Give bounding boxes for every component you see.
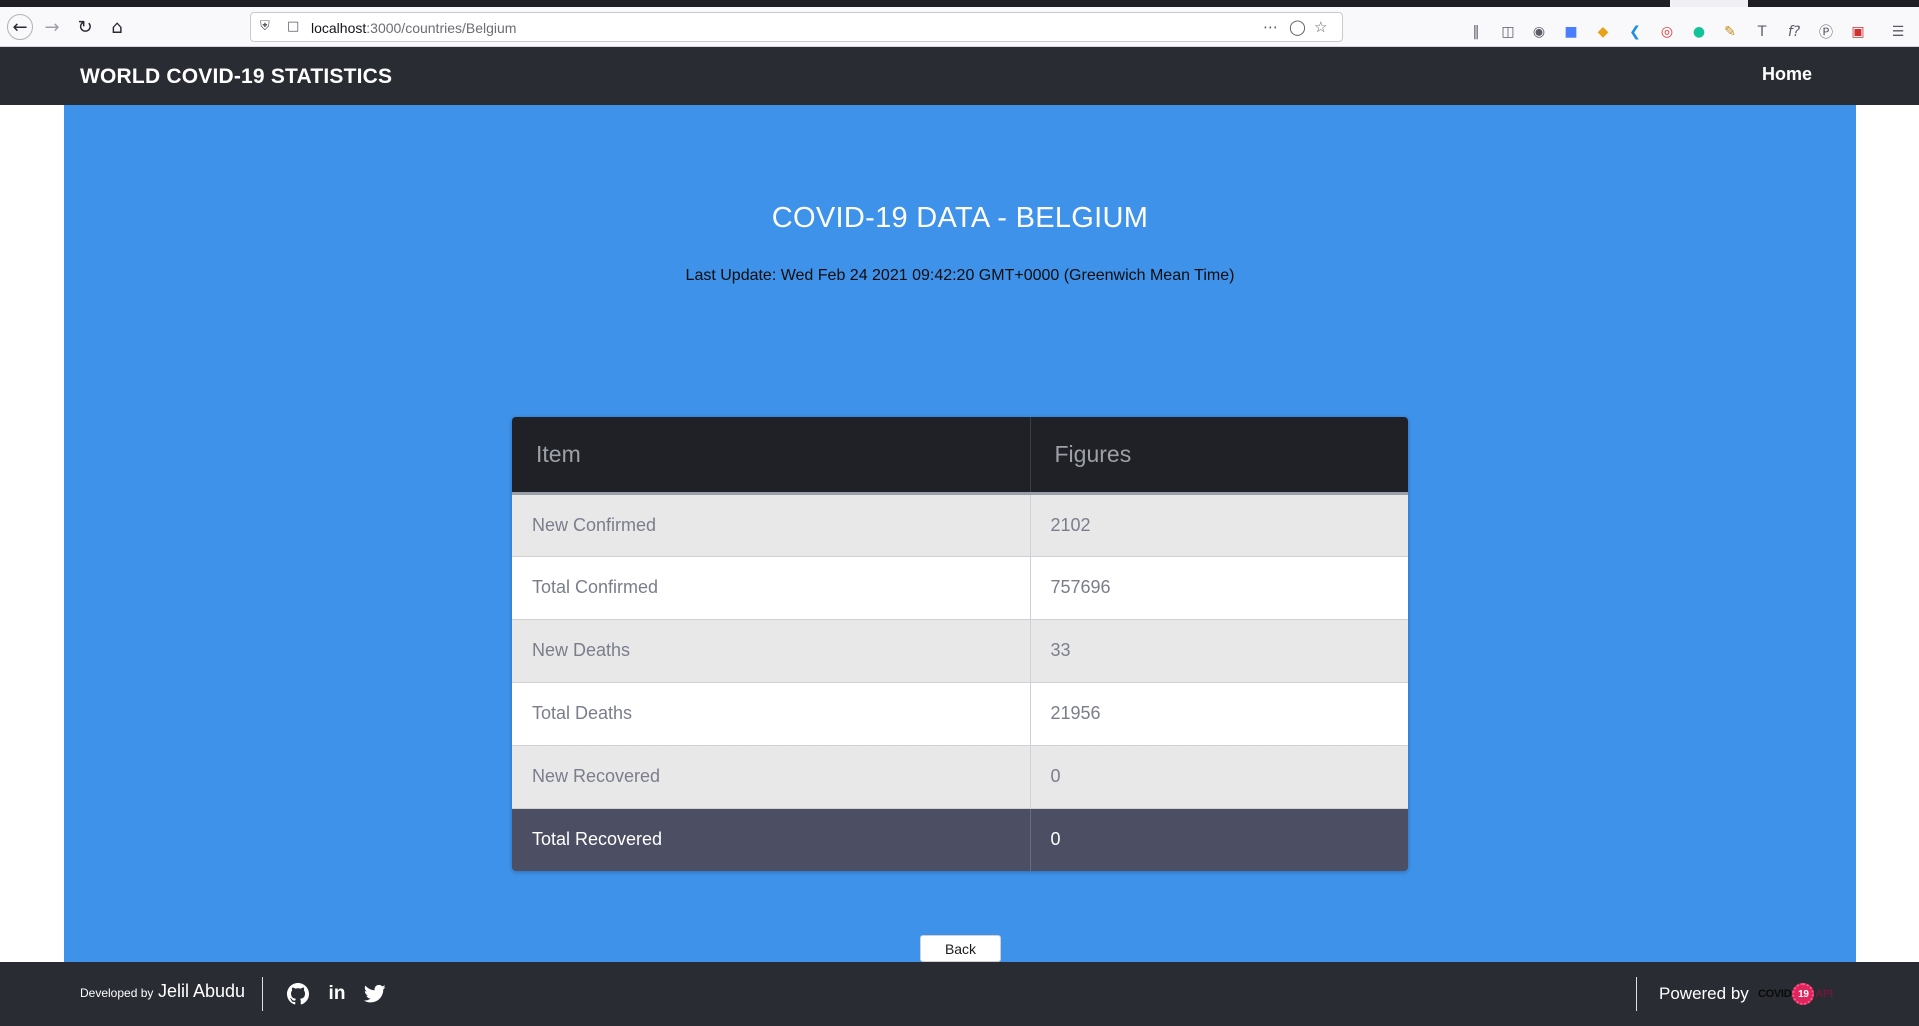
sidebar-icon[interactable]: ◫: [1499, 23, 1517, 41]
browser-tabstrip: [0, 0, 1919, 7]
back-arrow-icon[interactable]: ←: [7, 14, 33, 40]
wordpress-icon[interactable]: Ⓟ: [1817, 23, 1835, 41]
table-row: Total Deaths 21956: [512, 682, 1408, 746]
row-value: 0: [1030, 745, 1408, 809]
url-bar[interactable]: ⛨ □ localhost:3000/countries/Belgium ⋯ ◯…: [250, 12, 1343, 42]
browser-active-tab[interactable]: [1670, 0, 1748, 7]
row-label: New Confirmed: [512, 493, 1031, 557]
row-label: Total Recovered: [512, 808, 1031, 871]
row-value: 757696: [1030, 556, 1408, 620]
row-value: 33: [1030, 619, 1408, 683]
row-value: 21956: [1030, 682, 1408, 746]
table-row: New Recovered 0: [512, 745, 1408, 809]
back-button[interactable]: Back: [920, 935, 1001, 962]
menu-icon[interactable]: ☰: [1889, 23, 1907, 41]
row-label: Total Confirmed: [512, 556, 1031, 620]
color-extension-icon[interactable]: ◆: [1594, 23, 1612, 41]
stats-table: Item Figures New Confirmed 2102 Total Co…: [512, 417, 1408, 871]
table-row-highlighted: Total Recovered 0: [512, 808, 1408, 871]
browser-toolbar: ← → ↻ ⌂ ⛨ □ localhost:3000/countries/Bel…: [0, 7, 1919, 47]
home-icon[interactable]: ⌂: [104, 14, 130, 40]
page-icon: □: [287, 19, 300, 34]
footer-divider: [1636, 977, 1637, 1011]
url-text[interactable]: localhost:3000/countries/Belgium: [311, 20, 516, 36]
formula-extension-icon[interactable]: f?: [1785, 23, 1803, 41]
linkedin-icon[interactable]: in: [325, 982, 349, 1006]
api-logo-left: COVID: [1758, 988, 1792, 1000]
grammarly-icon[interactable]: ●: [1690, 23, 1708, 41]
library-icon[interactable]: ‖: [1467, 23, 1485, 41]
row-value: 0: [1030, 808, 1408, 871]
row-label: New Recovered: [512, 745, 1031, 809]
virus-icon: 19: [1792, 983, 1815, 1005]
column-header-item: Item: [512, 417, 1031, 495]
twitter-icon[interactable]: [363, 982, 387, 1006]
api-logo-right: API: [1815, 988, 1833, 1000]
table-row: New Deaths 33: [512, 619, 1408, 683]
row-label: Total Deaths: [512, 682, 1031, 746]
footer: Developed by Jelil Abudu in Powered by C…: [0, 962, 1919, 1026]
forward-arrow-icon[interactable]: →: [39, 14, 65, 40]
reload-icon[interactable]: ↻: [72, 14, 98, 40]
table-row: Total Confirmed 757696: [512, 556, 1408, 620]
pencil-extension-icon[interactable]: ✎: [1721, 23, 1739, 41]
row-label: New Deaths: [512, 619, 1031, 683]
main-content: COVID-19 DATA - BELGIUM Last Update: Wed…: [64, 105, 1856, 962]
column-header-figures: Figures: [1030, 417, 1408, 495]
page-title: COVID-19 DATA - BELGIUM: [771, 202, 1149, 234]
row-value: 2102: [1030, 493, 1408, 557]
account-icon[interactable]: ◉: [1530, 23, 1548, 41]
powered-by-label: Powered by: [1659, 984, 1749, 1003]
last-update-text: Last Update: Wed Feb 24 2021 09:42:20 GM…: [685, 267, 1235, 284]
pocket-icon[interactable]: ◯: [1289, 18, 1306, 36]
text-extension-icon[interactable]: T: [1753, 23, 1771, 41]
developer-name: Jelil Abudu: [158, 981, 246, 1001]
zoom-extension-icon[interactable]: ■: [1562, 23, 1580, 41]
bookmark-star-icon[interactable]: ☆: [1314, 18, 1327, 36]
url-host: localhost: [311, 20, 367, 36]
nav-home-link[interactable]: Home: [1762, 64, 1812, 85]
table-row: New Confirmed 2102: [512, 493, 1408, 557]
app-navbar: WORLD COVID-19 STATISTICS Home: [0, 47, 1919, 105]
url-path: :3000/countries/Belgium: [366, 20, 517, 36]
developed-by-label: Developed by: [80, 986, 154, 1000]
brand-title[interactable]: WORLD COVID-19 STATISTICS: [80, 65, 392, 89]
more-actions-icon[interactable]: ⋯: [1263, 18, 1278, 36]
red-extension-icon[interactable]: ▣: [1849, 23, 1867, 41]
record-extension-icon[interactable]: ◎: [1658, 23, 1676, 41]
footer-divider: [262, 977, 263, 1011]
shield-icon[interactable]: ⛨: [260, 19, 270, 34]
table-header-row: Item Figures: [512, 417, 1408, 495]
arrow-extension-icon[interactable]: ❮: [1626, 23, 1644, 41]
github-icon[interactable]: [286, 982, 310, 1006]
covid19-api-logo[interactable]: COVID 19 API: [1758, 980, 1833, 1008]
